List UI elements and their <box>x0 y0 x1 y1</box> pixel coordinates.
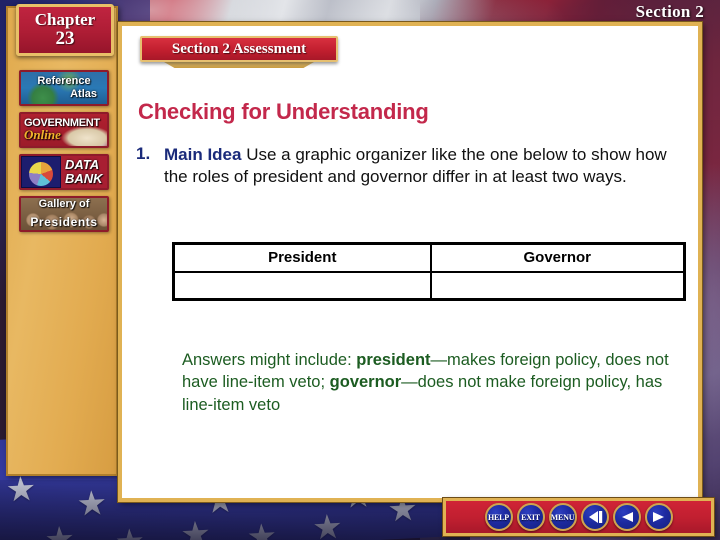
reference-atlas-line1: Reference <box>37 75 91 88</box>
table-header-governor: Governor <box>429 242 686 273</box>
right-arrow-icon <box>649 509 669 525</box>
question-text-wrap: Main Idea Use a graphic organizer like t… <box>164 144 692 189</box>
first-page-button[interactable] <box>580 503 609 531</box>
answer-term-president: president <box>356 351 431 369</box>
table-header-row: President Governor <box>172 242 686 273</box>
table-row <box>172 270 686 301</box>
sidebar-item-data-bank[interactable]: DATA BANK <box>19 154 109 190</box>
exit-button[interactable]: EXIT <box>516 503 545 531</box>
data-bank-line1: DATA <box>65 156 100 172</box>
answer-lead: Answers might include: <box>182 351 357 369</box>
section-tab-label: Section 2 <box>635 2 704 21</box>
question-label: Main Idea <box>164 145 242 164</box>
data-bank-line2: BANK <box>65 171 103 186</box>
government-online-line2: Online <box>24 127 61 143</box>
sidebar: Chapter 23 Reference Atlas GOVERNMENT On… <box>6 4 118 476</box>
graphic-organizer-table: President Governor <box>172 242 686 301</box>
table-cell-president <box>172 270 432 301</box>
answer-term-governor: governor <box>329 373 402 392</box>
page-title: Checking for Understanding <box>138 99 429 124</box>
sidebar-item-gallery-of-presidents[interactable]: Gallery of Presidents <box>19 196 109 232</box>
exit-button-label: EXIT <box>521 512 540 522</box>
assessment-banner: Section 2 Assessment <box>140 36 338 62</box>
forward-button[interactable] <box>644 503 673 531</box>
gallery-line2: Presidents <box>30 215 98 230</box>
question-item: 1. Main Idea Use a graphic organizer lik… <box>136 144 692 414</box>
menu-button-label: MENU <box>550 512 575 522</box>
sidebar-item-reference-atlas[interactable]: Reference Atlas <box>19 70 109 106</box>
assessment-banner-label: Section 2 Assessment <box>171 40 307 57</box>
answer-text: Answers might include: president—makes f… <box>182 349 682 416</box>
first-page-arrow-icon <box>585 509 605 525</box>
content-panel: Section 2 Assessment Checking for Unders… <box>117 21 703 503</box>
help-button[interactable]: HELP <box>484 503 513 531</box>
sidebar-item-government-online[interactable]: GOVERNMENT Online <box>19 112 109 148</box>
chapter-number: 23 <box>55 27 75 49</box>
table-cell-governor <box>429 270 686 301</box>
table-header-president: President <box>172 242 432 273</box>
reference-atlas-line2: Atlas <box>70 88 97 100</box>
assessment-banner-ribbon <box>164 62 314 68</box>
chapter-plaque: Chapter 23 <box>16 4 114 56</box>
slide-stage: ★ ★ ★ ★ ★ ★ ★ ★ ★ ★ ★ ★ Section 2 Chapte… <box>0 0 720 540</box>
left-arrow-icon <box>617 509 637 525</box>
gallery-line1: Gallery of <box>38 197 90 210</box>
menu-button[interactable]: MENU <box>548 503 577 531</box>
navigation-bar: HELP EXIT MENU <box>442 497 715 537</box>
question-number: 1. <box>136 144 151 163</box>
back-button[interactable] <box>612 503 641 531</box>
help-button-label: HELP <box>488 512 509 522</box>
chapter-word: Chapter <box>34 10 96 30</box>
